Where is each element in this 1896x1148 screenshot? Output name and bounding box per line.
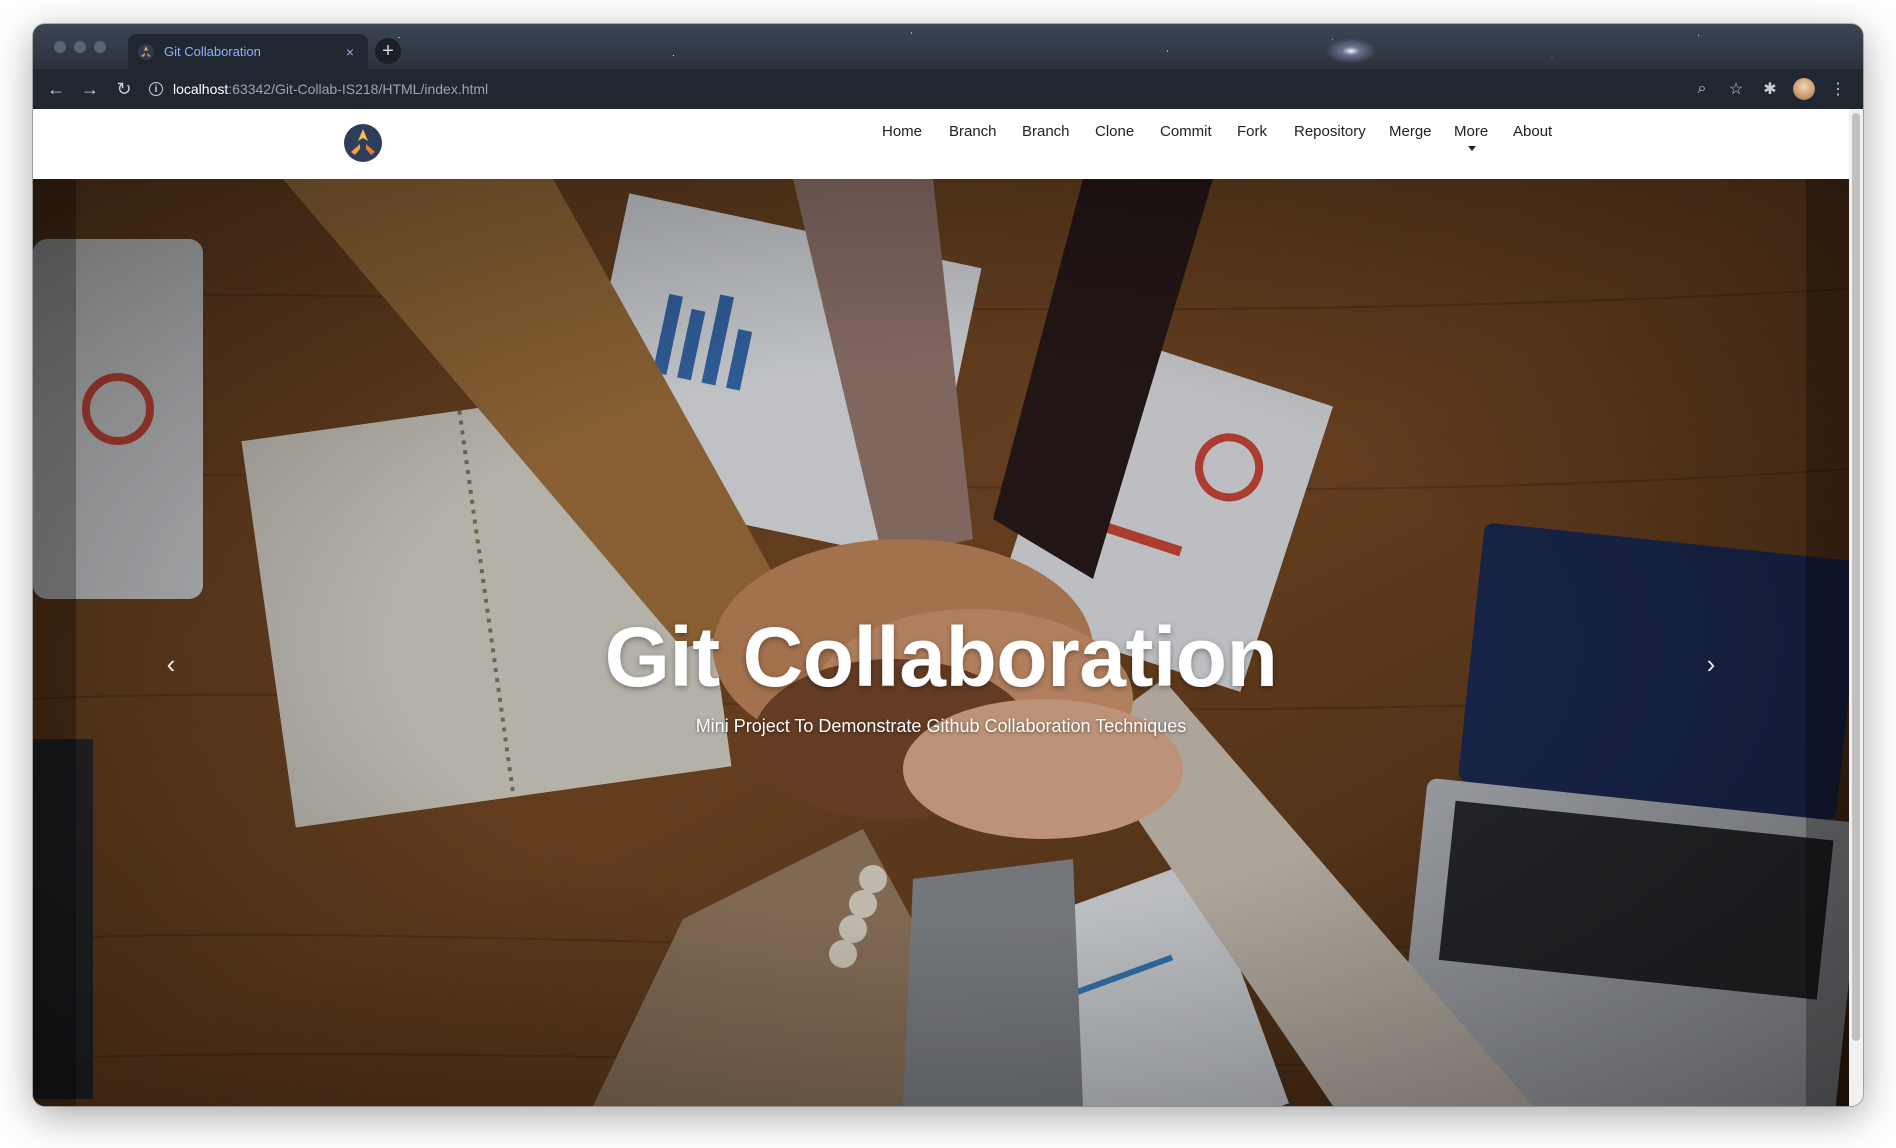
- nav-about[interactable]: About: [1513, 123, 1552, 140]
- bookmark-star-icon[interactable]: ☆: [1721, 74, 1751, 104]
- address-bar[interactable]: i localhost :63342/Git-Collab-IS218/HTML…: [149, 74, 1683, 104]
- nav-branch-1[interactable]: Branch: [949, 123, 997, 140]
- avatar: [1793, 78, 1815, 100]
- nav-commit[interactable]: Commit: [1160, 123, 1212, 140]
- nav-branch-2[interactable]: Branch: [1022, 123, 1070, 140]
- browser-menu-icon[interactable]: ⋮: [1823, 74, 1853, 104]
- site-favicon-icon: [138, 43, 154, 60]
- scrollbar-thumb[interactable]: [1852, 113, 1860, 1041]
- chevron-down-icon[interactable]: [1468, 146, 1476, 151]
- main-menu: Home Branch Branch Clone Commit Fork Rep…: [33, 109, 1849, 179]
- window-close-button[interactable]: [54, 41, 66, 53]
- nav-fork[interactable]: Fork: [1237, 123, 1267, 140]
- site-info-icon[interactable]: i: [149, 82, 163, 96]
- star-flare-decoration: [1321, 36, 1381, 66]
- browser-window: Git Collaboration × + ← → ↻ i localhost …: [33, 24, 1863, 1106]
- profile-avatar[interactable]: [1789, 74, 1819, 104]
- nav-home[interactable]: Home: [882, 123, 922, 140]
- site-navbar: Home Branch Branch Clone Commit Fork Rep…: [33, 109, 1849, 179]
- hero-carousel: ‹ › Git Collaboration Mini Project To De…: [33, 179, 1849, 1106]
- back-arrow-icon[interactable]: ←: [41, 74, 71, 104]
- nav-more-dropdown[interactable]: More: [1454, 123, 1488, 140]
- page-viewport: Home Branch Branch Clone Commit Fork Rep…: [33, 109, 1863, 1106]
- browser-toolbar: ← → ↻ i localhost :63342/Git-Collab-IS21…: [33, 69, 1863, 109]
- nav-repository[interactable]: Repository: [1294, 123, 1366, 140]
- window-maximize-button[interactable]: [94, 41, 106, 53]
- forward-arrow-icon[interactable]: →: [75, 74, 105, 104]
- window-minimize-button[interactable]: [74, 41, 86, 53]
- extensions-puzzle-icon[interactable]: ✱: [1755, 74, 1785, 104]
- browser-titlebar: Git Collaboration × +: [33, 24, 1863, 69]
- hero-title: Git Collaboration: [604, 610, 1278, 704]
- url-host: localhost: [173, 81, 229, 97]
- tab-title: Git Collaboration: [164, 44, 261, 59]
- browser-tab[interactable]: Git Collaboration ×: [128, 34, 368, 69]
- hero-subtitle: Mini Project To Demonstrate Github Colla…: [695, 716, 1187, 736]
- tab-close-icon[interactable]: ×: [342, 44, 358, 60]
- nav-merge[interactable]: Merge: [1389, 123, 1432, 140]
- page-scrollbar[interactable]: [1849, 109, 1863, 1106]
- new-tab-button[interactable]: +: [375, 38, 401, 64]
- url-path: :63342/Git-Collab-IS218/HTML/index.html: [228, 81, 489, 97]
- reload-icon[interactable]: ↻: [109, 74, 139, 104]
- nav-clone[interactable]: Clone: [1095, 123, 1134, 140]
- toolbar-actions: ⌕ ☆ ✱ ⋮: [1683, 74, 1853, 104]
- zoom-icon[interactable]: ⌕: [1687, 74, 1717, 104]
